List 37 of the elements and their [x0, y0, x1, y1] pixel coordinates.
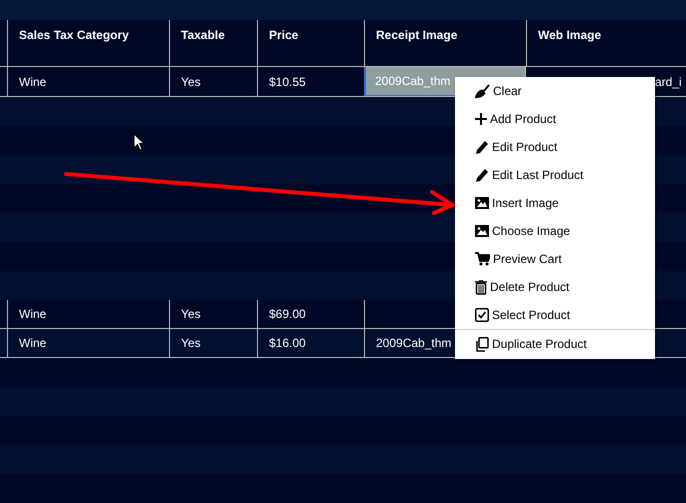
column-header[interactable]: Web Image: [538, 28, 602, 42]
table-cell: Yes: [181, 307, 201, 321]
pencil-icon: [475, 140, 489, 154]
table-cell: 2009Cab_thm: [375, 74, 450, 88]
image-icon: [475, 197, 489, 209]
table-cell: Wine: [19, 336, 46, 350]
mouse-cursor-icon: [133, 133, 145, 151]
broom-icon: [475, 84, 490, 98]
table-cell: Yes: [181, 74, 201, 88]
copy-icon: [475, 336, 489, 352]
table-cell: Yes: [181, 336, 201, 350]
column-header[interactable]: Sales Tax Category: [19, 28, 129, 42]
table-cell: $69.00: [269, 307, 306, 321]
checkbox-icon: [475, 308, 489, 322]
table-cell: Wine: [19, 307, 46, 321]
column-header[interactable]: Taxable: [181, 28, 225, 42]
menu-item[interactable]: Add Product: [455, 105, 655, 133]
trash-icon: [475, 280, 487, 294]
column-header[interactable]: Receipt Image: [376, 28, 458, 42]
column-header[interactable]: Price: [269, 28, 298, 42]
menu-item[interactable]: Insert Image: [455, 189, 655, 217]
image-icon: [475, 225, 489, 237]
menu-item[interactable]: Delete Product: [455, 273, 655, 301]
menu-item[interactable]: Edit Product: [455, 133, 655, 161]
pencil-icon: [475, 168, 489, 182]
cart-icon: [475, 252, 490, 266]
table-cell: ard_i: [655, 74, 682, 88]
table-cell: $16.00: [269, 336, 306, 350]
plus-icon: [475, 113, 487, 125]
menu-item[interactable]: Edit Last Product: [455, 161, 655, 189]
menu-item[interactable]: Preview Cart: [455, 245, 655, 273]
menu-item[interactable]: Choose Image: [455, 217, 655, 245]
table-cell: 2009Cab_thm: [376, 336, 452, 350]
menu-item[interactable]: Select Product: [455, 301, 655, 329]
table-cell: $10.55: [269, 74, 306, 88]
table-cell: Wine: [19, 74, 46, 88]
menu-item[interactable]: Duplicate Product: [455, 330, 655, 358]
